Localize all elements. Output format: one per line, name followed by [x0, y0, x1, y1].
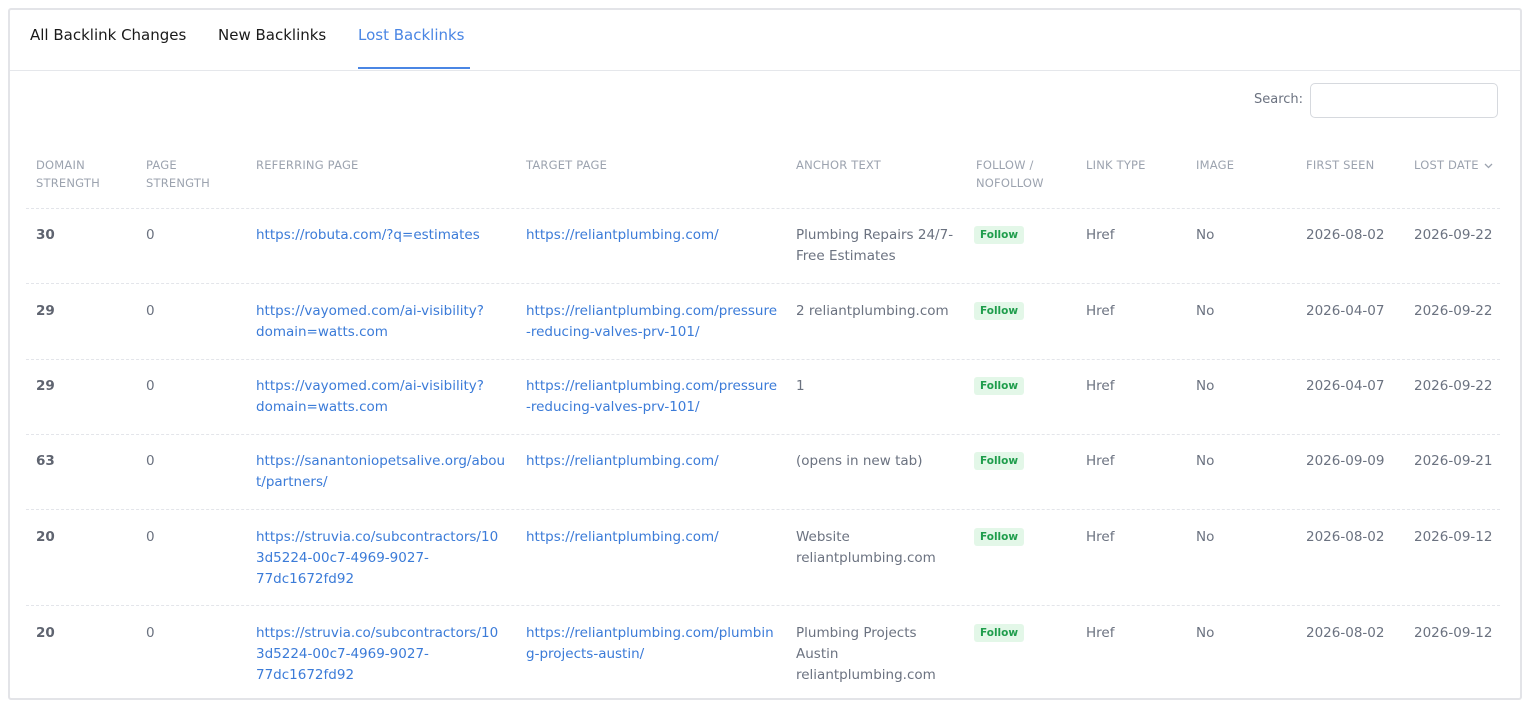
anchor-text-cell: Website reliantplumbing.com: [796, 529, 936, 566]
tab-lost-backlinks[interactable]: Lost Backlinks: [358, 26, 465, 44]
domain-strength-cell: 30: [36, 227, 55, 243]
first-seen-cell: 2026-08-02: [1306, 227, 1385, 243]
link-type-cell: Href: [1086, 625, 1115, 641]
first-seen-cell: 2026-08-02: [1306, 625, 1385, 641]
link-type-cell: Href: [1086, 378, 1115, 394]
anchor-text-cell: 2 reliantplumbing.com: [796, 303, 949, 319]
target-page-link[interactable]: https://reliantplumbing.com/: [526, 527, 781, 548]
follow-badge: Follow: [974, 302, 1025, 320]
follow-badge: Follow: [974, 624, 1025, 642]
first-seen-cell: 2026-04-07: [1306, 303, 1385, 319]
target-page-link[interactable]: https://reliantplumbing.com/pressure -re…: [526, 301, 781, 343]
referring-page-link[interactable]: https://struvia.co/subcontractors/10 3d5…: [256, 527, 511, 590]
page-strength-cell: 0: [146, 378, 155, 394]
tab-new-backlinks[interactable]: New Backlinks: [218, 26, 326, 44]
domain-strength-cell: 20: [36, 625, 55, 641]
referring-page-link[interactable]: https://robuta.com/?q=estimates: [256, 225, 511, 246]
page-strength-cell: 0: [146, 227, 155, 243]
referring-page-link[interactable]: https://struvia.co/subcontractors/10 3d5…: [256, 623, 511, 686]
backlinks-panel: All Backlink Changes New Backlinks Lost …: [8, 8, 1522, 700]
search-input[interactable]: [1310, 83, 1498, 118]
domain-strength-cell: 20: [36, 529, 55, 545]
image-cell: No: [1196, 227, 1215, 243]
image-cell: No: [1196, 303, 1215, 319]
first-seen-cell: 2026-04-07: [1306, 378, 1385, 394]
link-type-cell: Href: [1086, 453, 1115, 469]
column-header-page-strength[interactable]: PAGE STRENGTH: [146, 156, 210, 192]
first-seen-cell: 2026-08-02: [1306, 529, 1385, 545]
image-cell: No: [1196, 378, 1215, 394]
tab-bar: All Backlink Changes New Backlinks Lost …: [10, 10, 1520, 71]
follow-badge: Follow: [974, 226, 1025, 244]
chevron-down-icon: [1484, 157, 1493, 175]
lost-date-cell: 2026-09-22: [1414, 303, 1493, 319]
page-strength-cell: 0: [146, 625, 155, 641]
column-header-follow[interactable]: FOLLOW / NOFOLLOW: [976, 156, 1044, 192]
anchor-text-cell: Plumbing Projects Austin reliantplumbing…: [796, 625, 936, 683]
anchor-text-cell: 1: [796, 378, 805, 394]
active-tab-indicator: [358, 67, 470, 69]
page-strength-cell: 0: [146, 453, 155, 469]
domain-strength-cell: 63: [36, 453, 55, 469]
link-type-cell: Href: [1086, 303, 1115, 319]
target-page-link[interactable]: https://reliantplumbing.com/: [526, 225, 781, 246]
anchor-text-cell: Plumbing Repairs 24/7- Free Estimates: [796, 227, 954, 264]
image-cell: No: [1196, 453, 1215, 469]
image-cell: No: [1196, 529, 1215, 545]
column-header-image[interactable]: IMAGE: [1196, 156, 1234, 174]
target-page-link[interactable]: https://reliantplumbing.com/plumbin g-pr…: [526, 623, 781, 665]
follow-badge: Follow: [974, 452, 1025, 470]
row-divider: [26, 509, 1500, 510]
row-divider: [26, 605, 1500, 606]
follow-badge: Follow: [974, 377, 1025, 395]
referring-page-link[interactable]: https://vayomed.com/ai-visibility? domai…: [256, 376, 511, 418]
lost-date-cell: 2026-09-12: [1414, 625, 1493, 641]
domain-strength-cell: 29: [36, 303, 55, 319]
tab-all-backlink-changes[interactable]: All Backlink Changes: [30, 26, 186, 44]
column-header-target-page[interactable]: TARGET PAGE: [526, 156, 607, 174]
column-header-lost-date-label: LOST DATE: [1414, 158, 1479, 172]
referring-page-link[interactable]: https://sanantoniopetsalive.org/abou t/p…: [256, 451, 511, 493]
first-seen-cell: 2026-09-09: [1306, 453, 1385, 469]
row-divider: [26, 283, 1500, 284]
column-header-link-type[interactable]: LINK TYPE: [1086, 156, 1146, 174]
link-type-cell: Href: [1086, 227, 1115, 243]
lost-date-cell: 2026-09-22: [1414, 378, 1493, 394]
page-strength-cell: 0: [146, 303, 155, 319]
link-type-cell: Href: [1086, 529, 1115, 545]
anchor-text-cell: (opens in new tab): [796, 453, 923, 469]
referring-page-link[interactable]: https://vayomed.com/ai-visibility? domai…: [256, 301, 511, 343]
image-cell: No: [1196, 625, 1215, 641]
domain-strength-cell: 29: [36, 378, 55, 394]
lost-date-cell: 2026-09-21: [1414, 453, 1493, 469]
column-header-domain-strength[interactable]: DOMAIN STRENGTH: [36, 156, 100, 192]
column-header-anchor-text[interactable]: ANCHOR TEXT: [796, 156, 881, 174]
lost-date-cell: 2026-09-22: [1414, 227, 1493, 243]
row-divider: [26, 359, 1500, 360]
column-header-lost-date[interactable]: LOST DATE: [1414, 156, 1493, 175]
page-strength-cell: 0: [146, 529, 155, 545]
column-header-referring-page[interactable]: REFERRING PAGE: [256, 156, 359, 174]
target-page-link[interactable]: https://reliantplumbing.com/: [526, 451, 781, 472]
column-header-first-seen[interactable]: FIRST SEEN: [1306, 156, 1374, 174]
follow-badge: Follow: [974, 528, 1025, 546]
target-page-link[interactable]: https://reliantplumbing.com/pressure -re…: [526, 376, 781, 418]
row-divider: [26, 208, 1500, 209]
lost-date-cell: 2026-09-12: [1414, 529, 1493, 545]
row-divider: [26, 434, 1500, 435]
search-label: Search:: [1254, 92, 1304, 107]
